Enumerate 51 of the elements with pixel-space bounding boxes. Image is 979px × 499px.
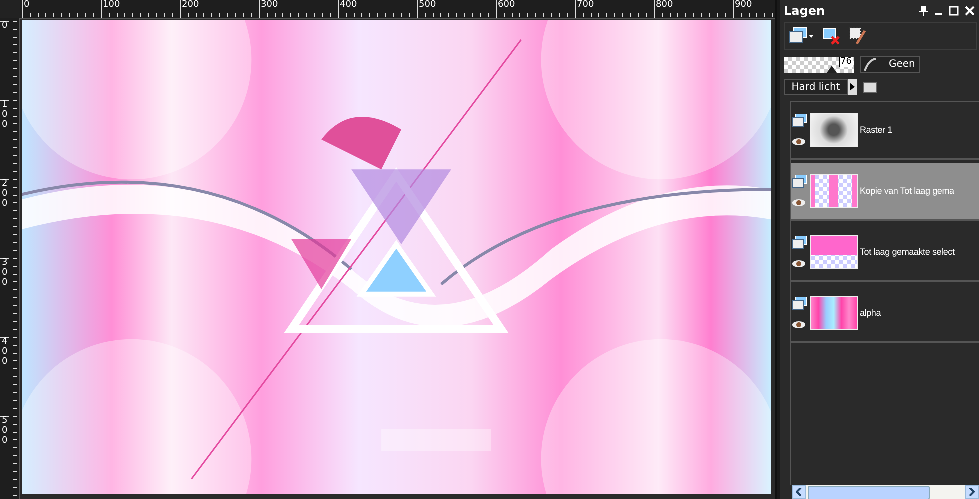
opacity-slider[interactable]: 76 [784,56,854,72]
ruler-label: 500 [417,0,496,18]
layer-icon[interactable] [792,236,808,250]
blend-mode-dropdown[interactable]: Hard licht [784,79,848,95]
layer-name: Kopie van Tot laag gema [860,186,954,196]
ruler-label: 100 [101,0,180,18]
ruler-label: 300 [259,0,338,18]
scroll-thumb[interactable] [808,486,930,499]
layer-icon[interactable] [792,175,808,189]
ruler-label: 400 [338,0,417,18]
ruler-label: 200 [180,0,259,18]
eye-icon[interactable] [792,138,806,146]
ruler-label: 400 [0,337,9,416]
mask-brush-icon[interactable] [849,27,867,45]
layer-thumbnail [810,235,858,269]
ruler-label: 300 [0,258,9,337]
pin-icon[interactable] [919,6,928,16]
layer-name: Raster 1 [860,125,892,135]
hook-icon [863,58,879,72]
layer-thumbnail [810,113,858,147]
maximize-icon[interactable] [949,6,959,16]
eye-icon[interactable] [792,321,806,329]
mask-button[interactable]: Geen [860,56,920,73]
chevron-right-icon [969,488,975,496]
ruler-label: 0 [0,21,9,100]
dropdown-arrow-button[interactable] [848,79,857,95]
delete-layer-icon[interactable] [823,27,841,45]
opacity-value: 76 [838,56,853,66]
scroll-right-button[interactable] [965,485,979,499]
ruler-label: 200 [0,179,9,258]
layer-thumbnail [810,174,858,208]
ruler-label: 800 [654,0,733,18]
ruler-label: 100 [0,100,9,179]
close-icon[interactable] [965,6,975,16]
ruler-label: 500 [0,416,9,495]
chevron-left-icon [796,488,802,496]
scroll-left-button[interactable] [792,485,806,499]
horizontal-scrollbar[interactable] [792,485,979,499]
eye-icon[interactable] [792,260,806,268]
layer-name: Tot laag gemaakte select [860,247,955,257]
layer-icon[interactable] [792,114,808,128]
ruler-label: 0 [22,0,101,18]
layer-name: alpha [860,308,882,318]
triangle-icon [850,83,855,91]
layer-thumbnail [810,296,858,330]
panel-title: Lagen [784,4,826,18]
ruler-label: 600 [496,0,575,18]
ruler-label: 700 [575,0,654,18]
new-layer-icon[interactable] [789,27,815,45]
layer-icon[interactable] [792,297,808,311]
eye-icon[interactable] [792,199,806,207]
